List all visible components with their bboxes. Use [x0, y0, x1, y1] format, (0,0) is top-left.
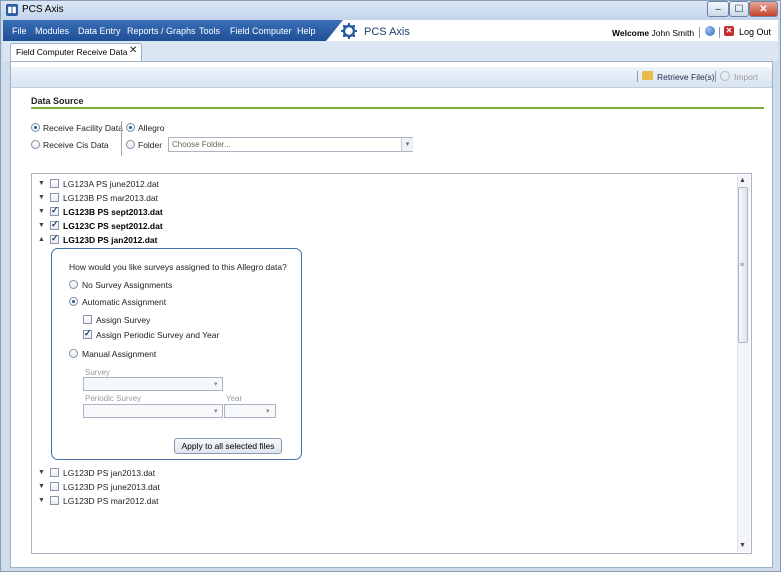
- app-icon: ▮▮: [6, 4, 18, 16]
- folder-select-placeholder: Choose Folder...: [172, 140, 231, 149]
- no-survey-radio[interactable]: [69, 280, 78, 289]
- menu-reports-graphs[interactable]: Reports / Graphs: [127, 26, 196, 36]
- file-name: LG123D PS mar2012.dat: [63, 496, 159, 506]
- folder-label[interactable]: Folder: [138, 140, 162, 150]
- expand-arrow-icon[interactable]: ▼: [38, 469, 45, 476]
- folder-open-icon[interactable]: [642, 71, 653, 80]
- import-button[interactable]: Import: [734, 72, 758, 82]
- data-source-heading: Data Source: [31, 96, 84, 106]
- welcome-text: Welcome John Smith: [612, 28, 694, 38]
- close-window-button[interactable]: ✕: [749, 1, 778, 17]
- expand-arrow-icon[interactable]: ▼: [38, 180, 45, 187]
- welcome-label: Welcome: [612, 28, 650, 38]
- file-name: LG123D PS june2013.dat: [63, 482, 160, 492]
- receive-cis-radio[interactable]: [31, 140, 40, 149]
- expand-arrow-icon[interactable]: ▼: [38, 497, 45, 504]
- file-checkbox[interactable]: [50, 179, 59, 188]
- brand-name: PCS Axis: [364, 26, 410, 38]
- menu-help[interactable]: Help: [297, 26, 316, 36]
- assign-survey-label[interactable]: Assign Survey: [96, 315, 150, 325]
- assign-survey-checkbox[interactable]: [83, 315, 92, 324]
- help-icon[interactable]: [705, 26, 715, 36]
- receive-facility-label[interactable]: Receive Facility Data: [43, 123, 123, 133]
- user-name: John Smith: [651, 28, 695, 38]
- assign-periodic-checkbox-checked[interactable]: [83, 328, 92, 339]
- title-bar: [0, 0, 781, 20]
- assign-periodic-label[interactable]: Assign Periodic Survey and Year: [96, 330, 219, 340]
- automatic-label[interactable]: Automatic Assignment: [82, 297, 166, 307]
- receive-facility-radio[interactable]: [31, 123, 40, 132]
- file-name: LG123A PS june2012.dat: [63, 179, 159, 189]
- menu-tools[interactable]: Tools: [199, 26, 220, 36]
- file-checkbox[interactable]: [50, 193, 59, 202]
- expand-arrow-icon[interactable]: ▼: [38, 194, 45, 201]
- menu-modules[interactable]: Modules: [35, 26, 69, 36]
- logout-link[interactable]: Log Out: [739, 27, 771, 37]
- file-name: LG123D PS jan2012.dat: [63, 235, 158, 245]
- survey-dropdown[interactable]: [83, 377, 223, 391]
- import-icon: [720, 71, 730, 81]
- file-name: LG123C PS sept2012.dat: [63, 221, 163, 231]
- maximize-button[interactable]: ☐: [729, 1, 749, 17]
- chevron-down-icon: ▾: [214, 408, 218, 415]
- no-survey-label[interactable]: No Survey Assignments: [82, 280, 172, 290]
- retrieve-files-button[interactable]: Retrieve File(s): [657, 72, 715, 82]
- file-name: LG123B PS sept2013.dat: [63, 207, 163, 217]
- minimize-button[interactable]: –: [707, 1, 729, 17]
- apply-all-button[interactable]: Apply to all selected files: [174, 438, 282, 454]
- periodic-survey-label: Periodic Survey: [85, 394, 142, 403]
- file-checkbox-checked[interactable]: [50, 205, 59, 216]
- assignment-question: How would you like surveys assigned to t…: [69, 262, 287, 272]
- menu-field-computer[interactable]: Field Computer: [230, 26, 292, 36]
- menu-data-entry[interactable]: Data Entry: [78, 26, 121, 36]
- expand-arrow-icon[interactable]: ▼: [38, 222, 45, 229]
- pcs-axis-logo-icon: [341, 23, 357, 39]
- automatic-radio[interactable]: [69, 297, 78, 306]
- year-label: Year: [226, 394, 243, 403]
- expand-arrow-icon[interactable]: ▼: [38, 208, 45, 215]
- file-name: LG123B PS mar2013.dat: [63, 193, 158, 203]
- expand-arrow-icon[interactable]: ▼: [38, 483, 45, 490]
- file-checkbox[interactable]: [50, 468, 59, 477]
- survey-label: Survey: [85, 368, 110, 377]
- manual-label[interactable]: Manual Assignment: [82, 349, 156, 359]
- window-title: PCS Axis: [22, 4, 64, 15]
- scroll-up-icon[interactable]: ▲: [739, 177, 746, 184]
- manual-radio[interactable]: [69, 349, 78, 358]
- file-checkbox-checked[interactable]: [50, 219, 59, 230]
- source-separator: [121, 121, 122, 156]
- folder-radio[interactable]: [126, 140, 135, 149]
- chevron-down-icon: ▾: [214, 381, 218, 388]
- receive-cis-label[interactable]: Receive Cis Data: [43, 140, 109, 150]
- menu-separator: [719, 27, 720, 38]
- menu-separator: [699, 27, 700, 38]
- logout-icon[interactable]: ✕: [724, 26, 734, 36]
- tab-label: Field Computer Receive Data: [16, 47, 128, 57]
- chevron-down-icon: ▾: [266, 408, 270, 415]
- periodic-survey-dropdown[interactable]: [83, 404, 223, 418]
- toolbar-separator: [715, 71, 716, 82]
- chevron-down-icon[interactable]: ▾: [401, 138, 413, 151]
- file-checkbox[interactable]: [50, 496, 59, 505]
- toolbar-separator: [637, 71, 638, 82]
- allegro-radio[interactable]: [126, 123, 135, 132]
- scroll-down-icon[interactable]: ▼: [739, 542, 746, 549]
- file-name: LG123D PS jan2013.dat: [63, 468, 156, 478]
- file-checkbox-checked[interactable]: [50, 233, 59, 244]
- collapse-arrow-icon[interactable]: ▲: [38, 236, 45, 243]
- tab-close-icon[interactable]: ✕: [129, 45, 137, 56]
- allegro-label[interactable]: Allegro: [138, 123, 164, 133]
- file-checkbox[interactable]: [50, 482, 59, 491]
- scroll-grip-icon: ≡: [740, 262, 745, 269]
- menu-file[interactable]: File: [12, 26, 27, 36]
- section-divider: [31, 107, 764, 109]
